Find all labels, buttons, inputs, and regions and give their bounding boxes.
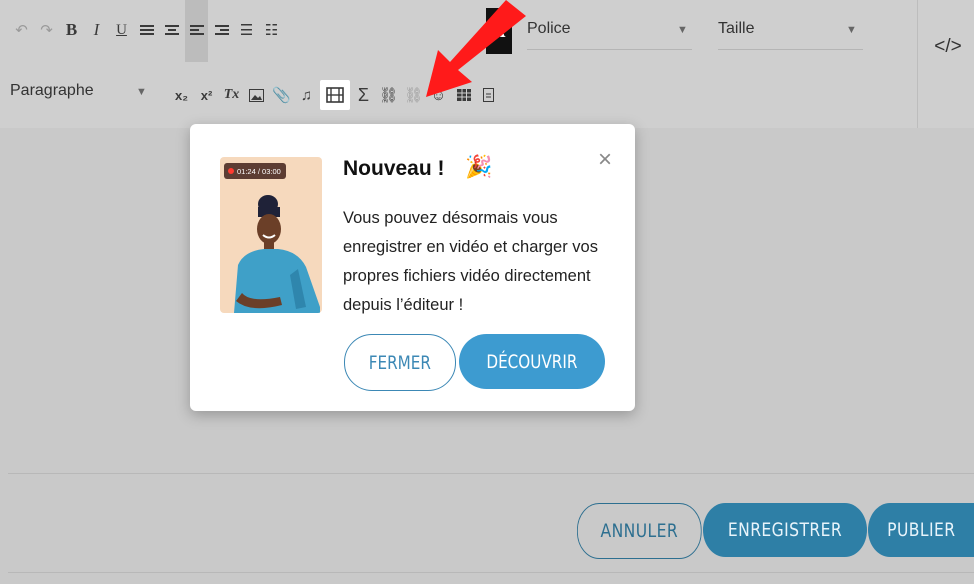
clear-format-button[interactable]: Tx [220,82,243,108]
save-button[interactable]: ENREGISTRER [703,503,867,557]
video-illustration: 01:24 / 03:00 [220,157,322,313]
popup-message: Vous pouvez désormais vous enregistrer e… [343,209,598,314]
close-button-label: FERMER [368,351,432,374]
chevron-down-icon: ▼ [677,24,688,36]
music-icon[interactable]: ♫ [295,82,318,108]
size-dropdown-label: Taille [718,20,755,37]
chevron-down-icon: ▼ [846,24,857,36]
redo-icon[interactable]: ↷ [35,17,58,43]
font-dropdown-label: Police [527,20,571,37]
align-right-icon[interactable] [210,17,233,43]
dropdown-underline [718,49,863,50]
source-code-button[interactable]: </> [925,32,971,62]
paragraph-dropdown[interactable]: Paragraphe ▼ [10,82,170,108]
align-left-icon[interactable] [185,0,208,62]
pointer-arrow-icon [426,0,526,97]
align-justify-icon[interactable] [135,17,158,43]
font-dropdown[interactable]: Police ▼ [527,20,692,50]
party-popper-icon: 🎉 [465,154,493,179]
close-icon[interactable]: × [595,146,615,174]
attachment-icon[interactable]: 📎 [270,82,293,108]
divider [8,572,974,573]
italic-button[interactable]: I [85,17,108,43]
superscript-button[interactable]: x² [195,82,218,108]
paragraph-dropdown-label: Paragraphe [10,82,94,99]
dropdown-underline [527,49,692,50]
bold-button[interactable]: B [60,17,83,43]
toolbar-divider [917,0,918,128]
size-dropdown[interactable]: Taille ▼ [718,20,863,50]
link-icon[interactable]: ⛓ [377,82,400,108]
undo-icon[interactable]: ↶ [10,17,33,43]
divider [8,473,974,474]
subscript-button[interactable]: x₂ [170,82,193,108]
numbered-list-icon[interactable]: ☷ [260,17,283,43]
discover-button[interactable]: DÉCOUVRIR [459,334,605,389]
toolbar-row-1: ↶ ↷ B I U ☰ ☷ [0,0,285,62]
sigma-button[interactable]: Σ [352,82,375,108]
align-center-icon[interactable] [160,17,183,43]
person-illustration [234,195,320,313]
chevron-down-icon: ▼ [136,86,147,98]
cancel-button[interactable]: ANNULER [577,503,702,559]
underline-button[interactable]: U [110,17,133,43]
popup-title: Nouveau ! [343,157,445,180]
new-feature-popup: 01:24 / 03:00 Nouveau ! 🎉 × Vous pouvez … [190,124,635,411]
bullet-list-icon[interactable]: ☰ [235,17,258,43]
close-button[interactable]: FERMER [344,334,456,391]
image-icon[interactable] [245,82,268,108]
publish-button[interactable]: PUBLIER [868,503,974,557]
discover-button-label: DÉCOUVRIR [486,350,578,373]
video-icon[interactable] [320,80,350,110]
